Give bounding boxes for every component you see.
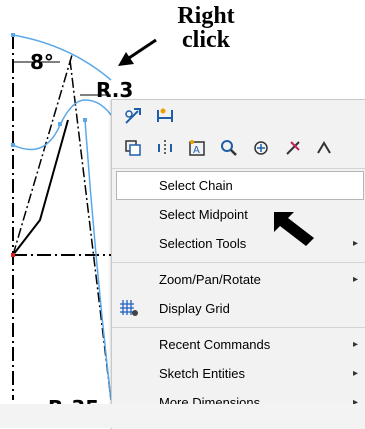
menu-separator	[112, 327, 365, 328]
callout-arrow	[125, 38, 157, 62]
menu-item-zoom-pan-rotate[interactable]: Zoom/Pan/Rotate ▸	[112, 265, 365, 294]
submenu-arrow-icon: ▸	[352, 274, 358, 285]
sketch-fix-icon[interactable]	[280, 135, 306, 161]
horizontal-dimension-icon[interactable]	[152, 103, 178, 129]
normal-to-icon[interactable]	[312, 135, 338, 161]
menu-item-sketch-entities[interactable]: Sketch Entities ▸	[112, 359, 365, 388]
sketch-point[interactable]	[11, 143, 15, 147]
right-click-callout: Right click	[160, 4, 252, 52]
angle-construction-line	[12, 54, 73, 256]
submenu-arrow-icon: ▸	[352, 368, 358, 379]
callout-arrowhead	[118, 52, 134, 66]
toolbar-row-2: A	[112, 132, 365, 164]
origin-point[interactable]	[11, 253, 15, 257]
grid-icon	[118, 298, 140, 321]
menu-item-label: Recent Commands	[159, 337, 271, 352]
submenu-arrow-icon: ▸	[352, 339, 358, 350]
svg-text:A: A	[193, 145, 200, 156]
rotate-view-icon[interactable]	[248, 135, 274, 161]
menu-item-select-chain[interactable]: Select Chain	[116, 171, 364, 200]
menu-item-label: Select Midpoint	[159, 207, 248, 222]
sketch-point[interactable]	[83, 118, 87, 122]
menu-item-label: Display Grid	[159, 301, 230, 316]
menu-item-display-grid[interactable]: Display Grid	[112, 294, 365, 323]
profile-line[interactable]	[12, 119, 69, 256]
copy-entities-icon[interactable]	[120, 135, 146, 161]
menu-separator	[112, 262, 365, 263]
callout-line-2: click	[182, 27, 230, 53]
insert-note-icon[interactable]: A	[184, 135, 210, 161]
menu-item-recent-commands[interactable]: Recent Commands ▸	[112, 330, 365, 359]
radius-dimension-top[interactable]: R.3	[96, 80, 133, 100]
menu-item-selection-tools[interactable]: Selection Tools ▸	[112, 229, 365, 258]
submenu-arrow-icon: ▸	[352, 238, 358, 249]
sketch-point[interactable]	[11, 33, 15, 37]
mouse-pointer-icon	[274, 212, 314, 246]
menu-item-label: Zoom/Pan/Rotate	[159, 272, 261, 287]
menu-separator	[112, 168, 365, 169]
context-menu: A Select Chain Select Midpoint Selection…	[111, 99, 365, 429]
lower-curve[interactable]	[84, 119, 112, 401]
sketch-point[interactable]	[58, 122, 62, 126]
menu-item-label: Sketch Entities	[159, 366, 245, 381]
menu-item-label: Select Chain	[159, 178, 233, 193]
angle-dimension[interactable]: 8°	[30, 52, 54, 72]
mirror-entities-icon[interactable]	[152, 135, 178, 161]
bottom-strip	[0, 404, 365, 428]
toolbar-row-1	[112, 100, 365, 132]
menu-item-select-midpoint[interactable]: Select Midpoint	[112, 200, 365, 229]
callout-line-1: Right	[177, 3, 235, 29]
menu-item-label: Selection Tools	[159, 236, 247, 251]
zoom-to-selection-icon[interactable]	[216, 135, 242, 161]
smart-dimension-icon[interactable]	[120, 103, 146, 129]
outer-arc[interactable]	[12, 34, 112, 81]
